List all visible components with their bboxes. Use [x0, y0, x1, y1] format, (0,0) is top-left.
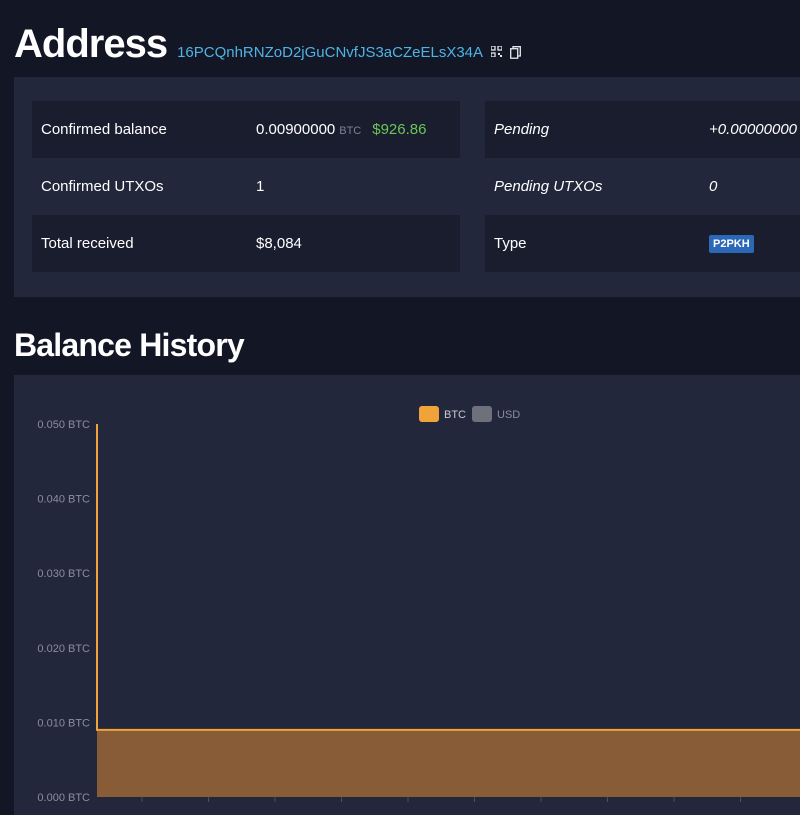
confirmed-utxos-value: 1 — [256, 178, 264, 195]
page-header: Address 16PCQnhRNZoD2jGuCNvfJS3aCZeELsX3… — [14, 22, 521, 66]
row-total-received: Total received $8,084 — [32, 215, 460, 272]
pending-label: Pending — [494, 121, 549, 138]
address-hash-link[interactable]: 16PCQnhRNZoD2jGuCNvfJS3aCZeELsX34A — [177, 44, 483, 61]
pending-utxos-value: 0 — [709, 178, 717, 195]
y-tick-label: 0.040 BTC — [37, 494, 90, 506]
legend-swatch-btc — [419, 406, 439, 422]
btc-area-fill — [97, 424, 800, 797]
balance-history-chart: 0.050 BTC 0.040 BTC 0.030 BTC 0.020 BTC 0.01… — [14, 375, 800, 815]
qr-code-icon[interactable] — [491, 46, 502, 58]
confirmed-balance-value-group: 0.00900000 BTC $926.86 — [256, 121, 426, 138]
row-type: Type P2PKH — [485, 215, 800, 272]
y-tick-label: 0.030 BTC — [37, 568, 90, 580]
confirmed-balance-fiat: $926.86 — [372, 121, 426, 138]
y-tick-label: 0.000 BTC — [37, 792, 90, 804]
page-title: Address — [14, 22, 167, 66]
y-tick-label: 0.020 BTC — [37, 643, 90, 655]
total-received-label: Total received — [41, 235, 134, 252]
legend-label-btc: BTC — [444, 409, 466, 421]
legend-swatch-usd — [472, 406, 492, 422]
total-received-value: $8,084 — [256, 235, 302, 252]
address-type-badge: P2PKH — [709, 235, 754, 253]
type-label: Type — [494, 235, 527, 252]
summary-table-pending: Pending +0.00000000 Pending UTXOs 0 Type… — [485, 101, 800, 272]
pending-value: +0.00000000 — [709, 121, 797, 138]
row-pending: Pending +0.00000000 — [485, 101, 800, 158]
y-tick-label: 0.050 BTC — [37, 419, 90, 431]
row-pending-utxos: Pending UTXOs 0 — [485, 158, 800, 215]
confirmed-balance-value: 0.00900000 — [256, 121, 335, 138]
btc-series-line — [97, 424, 800, 730]
row-confirmed-utxos: Confirmed UTXOs 1 — [32, 158, 460, 215]
balance-history-chart-panel: 0.050 BTC 0.040 BTC 0.030 BTC 0.020 BTC 0.01… — [14, 375, 800, 815]
balance-history-title: Balance History — [14, 326, 244, 364]
legend-label-usd: USD — [497, 409, 520, 421]
summary-table-confirmed: Confirmed balance 0.00900000 BTC $926.86… — [32, 101, 460, 272]
pending-utxos-label: Pending UTXOs — [494, 178, 602, 195]
row-confirmed-balance: Confirmed balance 0.00900000 BTC $926.86 — [32, 101, 460, 158]
address-summary-panel: Confirmed balance 0.00900000 BTC $926.86… — [14, 77, 800, 297]
confirmed-utxos-label: Confirmed UTXOs — [41, 178, 164, 195]
confirmed-balance-label: Confirmed balance — [41, 121, 167, 138]
btc-unit: BTC — [339, 125, 361, 137]
copy-icon[interactable] — [510, 46, 521, 58]
y-tick-label: 0.010 BTC — [37, 717, 90, 729]
type-value: P2PKH — [709, 235, 754, 253]
